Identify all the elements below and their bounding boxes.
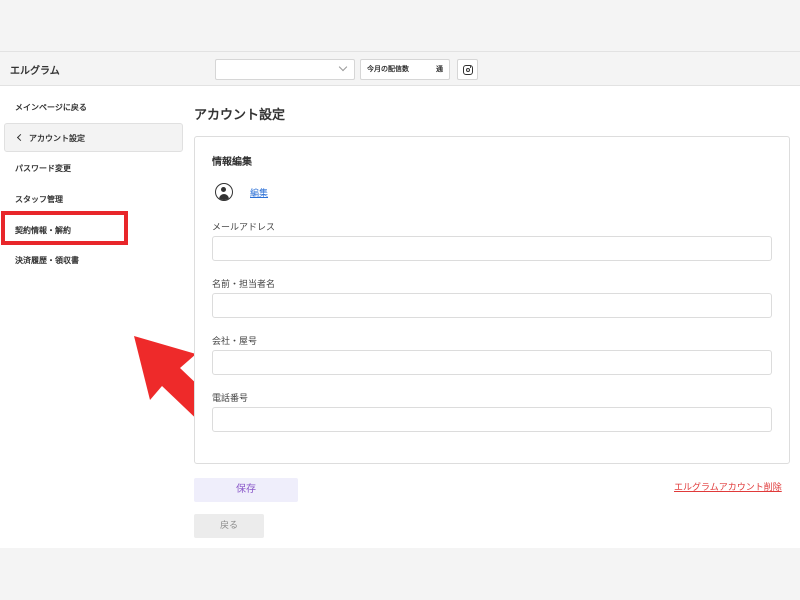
email-label: メールアドレス xyxy=(212,223,276,233)
sidebar: メインページに戻る アカウント設定 パスワード変更 スタッフ管理 契約情報・解約… xyxy=(0,86,190,548)
edit-avatar-link[interactable]: 編集 xyxy=(250,186,268,199)
page-title: アカウント設定 xyxy=(194,108,286,123)
name-field[interactable] xyxy=(212,293,772,318)
sidebar-item-label: スタッフ管理 xyxy=(15,195,63,204)
instagram-button[interactable] xyxy=(457,59,478,80)
monthly-count-value: 通 xyxy=(436,65,443,73)
save-button[interactable]: 保存 xyxy=(194,478,298,502)
brand-name: エルグラム xyxy=(10,66,60,77)
sidebar-item-label: アカウント設定 xyxy=(29,134,85,143)
chevron-down-icon xyxy=(338,62,348,72)
highlight-annotation-box xyxy=(1,211,128,245)
sidebar-item-label: メインページに戻る xyxy=(15,103,87,112)
sidebar-item-label: パスワード変更 xyxy=(15,164,71,173)
account-select[interactable] xyxy=(215,59,355,80)
bottom-margin xyxy=(0,548,800,600)
instagram-icon xyxy=(463,65,473,75)
phone-label: 電話番号 xyxy=(212,394,249,404)
sidebar-item-label: 決済履歴・領収書 xyxy=(15,256,79,265)
user-avatar-icon xyxy=(215,183,233,201)
company-field[interactable] xyxy=(212,350,772,375)
company-label: 会社・屋号 xyxy=(212,337,258,347)
delete-account-link[interactable]: エルグラムアカウント削除 xyxy=(674,480,782,493)
monthly-count-label: 今月の配信数 xyxy=(367,65,409,73)
sidebar-item-back-to-main[interactable]: メインページに戻る xyxy=(4,93,183,122)
sidebar-item-staff-management[interactable]: スタッフ管理 xyxy=(4,185,183,214)
sidebar-item-payment-history[interactable]: 決済履歴・領収書 xyxy=(4,246,183,275)
back-button[interactable]: 戻る xyxy=(194,514,264,538)
monthly-count-box: 今月の配信数 通 xyxy=(360,59,450,80)
name-label: 名前・担当者名 xyxy=(212,280,276,290)
card-title: 情報編集 xyxy=(212,157,252,168)
phone-field[interactable] xyxy=(212,407,772,432)
sidebar-item-account-settings[interactable]: アカウント設定 xyxy=(4,123,183,152)
sidebar-item-password-change[interactable]: パスワード変更 xyxy=(4,154,183,183)
chevron-left-icon xyxy=(16,133,25,142)
content-area: メインページに戻る アカウント設定 パスワード変更 スタッフ管理 契約情報・解約… xyxy=(0,86,800,548)
page: エルグラム 今月の配信数 通 メインページに戻る アカウント設定 パスワード変更 xyxy=(0,0,800,600)
email-field[interactable] xyxy=(212,236,772,261)
info-edit-card: 情報編集 編集 メールアドレス 名前・担当者名 会社・屋号 電話番号 xyxy=(194,136,790,464)
app-header: エルグラム 今月の配信数 通 xyxy=(0,51,800,86)
top-margin xyxy=(0,0,800,51)
